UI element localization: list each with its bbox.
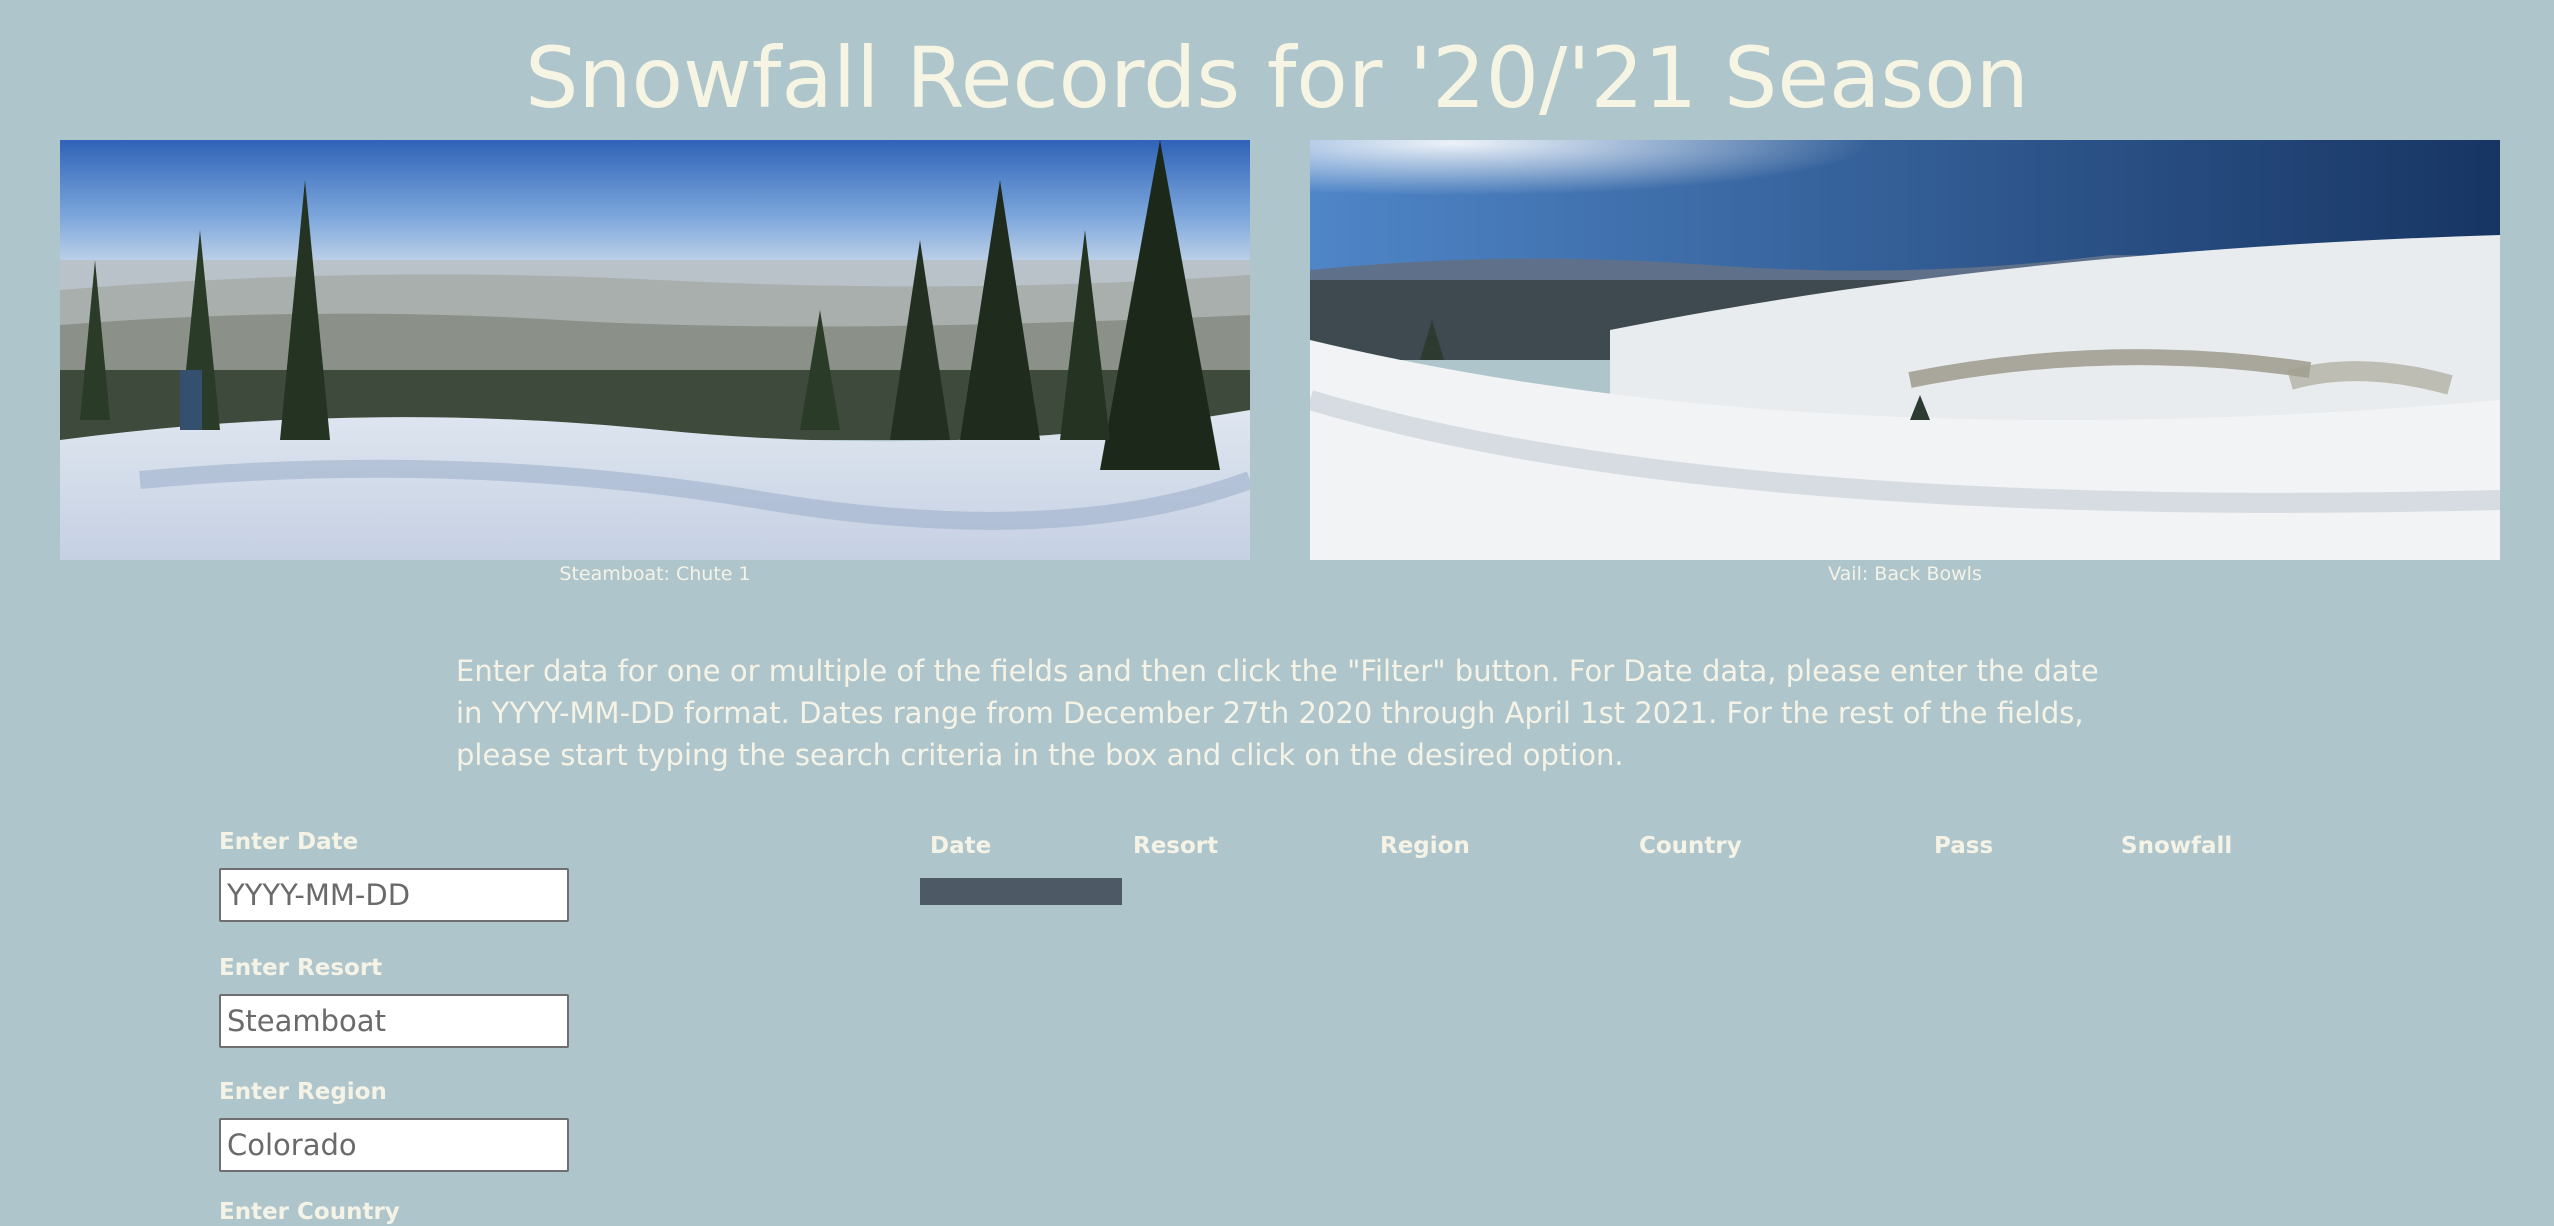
country-label: Enter Country: [219, 1199, 400, 1225]
instructions-text: Enter data for one or multiple of the fi…: [456, 654, 2099, 772]
region-input[interactable]: [219, 1118, 569, 1172]
region-label: Enter Region: [219, 1079, 387, 1105]
resort-input[interactable]: [219, 994, 569, 1048]
table-header-pass: Pass: [1934, 833, 1994, 859]
steamboat-photo: [60, 140, 1250, 560]
table-header-snowfall: Snowfall: [2121, 833, 2233, 859]
filter-button[interactable]: [920, 878, 1122, 905]
vail-photo: [1310, 140, 2500, 560]
resort-label: Enter Resort: [219, 955, 383, 981]
table-header-resort: Resort: [1133, 833, 1219, 859]
steamboat-photo-caption: Steamboat: Chute 1: [559, 563, 751, 585]
page-title: Snowfall Records for '20/'21 Season: [525, 29, 2029, 127]
table-header-country: Country: [1639, 833, 1742, 859]
table-header-region: Region: [1380, 833, 1470, 859]
table-header-date: Date: [930, 833, 992, 859]
date-label: Enter Date: [219, 829, 359, 855]
vail-photo-caption: Vail: Back Bowls: [1828, 563, 1982, 585]
date-input[interactable]: [219, 868, 569, 922]
